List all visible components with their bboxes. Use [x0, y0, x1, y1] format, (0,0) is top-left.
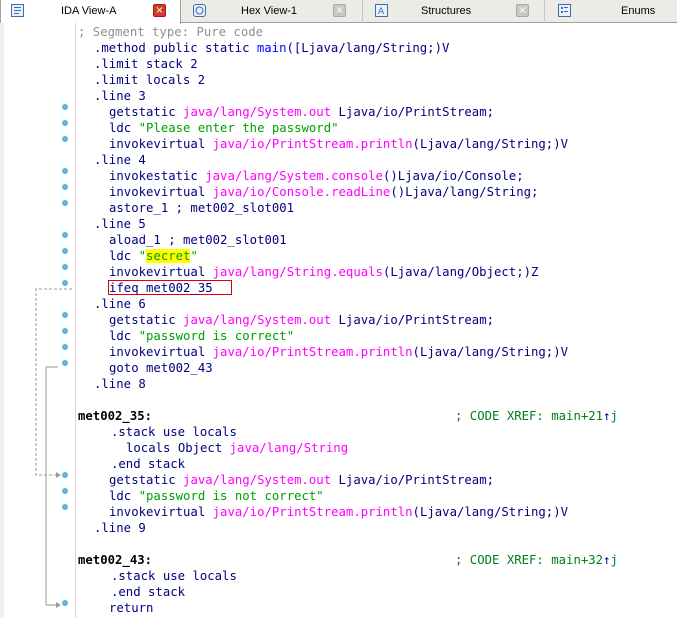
code-line[interactable]: .line 3 [94, 88, 146, 104]
label-met002-35[interactable]: met002_35: [78, 408, 152, 424]
code-line[interactable]: .end stack [111, 584, 185, 600]
code-line[interactable]: invokevirtual java/io/PrintStream.printl… [109, 504, 568, 520]
code-line[interactable]: .limit locals 2 [94, 72, 205, 88]
tab-bar: IDA View-A × Hex View-1 × A Structures ×… [0, 0, 677, 24]
breakpoint-dot[interactable] [62, 600, 68, 606]
tab-hex-view-1[interactable]: Hex View-1 × [181, 0, 363, 23]
code-line[interactable]: .line 4 [94, 152, 146, 168]
close-icon[interactable]: × [153, 4, 166, 17]
code-line[interactable]: invokevirtual java/io/Console.readLine()… [109, 184, 538, 200]
breakpoint-dot[interactable] [62, 264, 68, 270]
code-line[interactable]: ldc "password is correct" [109, 328, 294, 344]
tab-enums[interactable]: Enums [545, 0, 677, 23]
breakpoint-dot[interactable] [62, 488, 68, 494]
hex-view-icon [193, 4, 206, 17]
code-line[interactable]: .limit stack 2 [94, 56, 198, 72]
code-line[interactable]: invokevirtual java/lang/String.equals(Lj… [109, 264, 538, 280]
breakpoint-dot[interactable] [62, 312, 68, 318]
label-met002-43[interactable]: met002_43: [78, 552, 152, 568]
code-line[interactable]: getstatic java/lang/System.out Ljava/io/… [109, 472, 494, 488]
xref-comment[interactable]: ; CODE XREF: main+32↑j [455, 552, 618, 568]
code-line[interactable]: return [109, 600, 153, 616]
tab-label: Enums [621, 5, 656, 17]
breakpoint-dot[interactable] [62, 184, 68, 190]
close-icon[interactable]: × [333, 4, 346, 17]
code-line[interactable]: invokevirtual java/io/PrintStream.printl… [109, 344, 568, 360]
code-line[interactable]: aload_1 ; met002_slot001 [109, 232, 287, 248]
code-line[interactable]: .line 8 [94, 376, 146, 392]
breakpoint-dot[interactable] [62, 168, 68, 174]
tab-ida-view-a[interactable]: IDA View-A × [0, 0, 181, 24]
code-line-selected[interactable]: ifeq met002_35 [109, 280, 213, 296]
breakpoint-dot[interactable] [62, 472, 68, 478]
breakpoint-dot[interactable] [62, 504, 68, 510]
ida-view-icon [11, 4, 24, 17]
code-line[interactable]: .line 9 [94, 520, 146, 536]
close-icon[interactable]: × [516, 4, 529, 17]
tab-label: Hex View-1 [241, 5, 298, 17]
tab-label: Structures [421, 5, 472, 17]
breakpoint-dot[interactable] [62, 328, 68, 334]
code-line[interactable]: getstatic java/lang/System.out Ljava/io/… [109, 312, 494, 328]
code-line[interactable]: .end stack [111, 456, 185, 472]
tab-structures[interactable]: A Structures × [363, 0, 545, 23]
breakpoint-dot[interactable] [62, 120, 68, 126]
code-line[interactable]: invokevirtual java/io/PrintStream.printl… [109, 136, 568, 152]
search-highlight: secret [146, 249, 191, 263]
code-line[interactable]: .stack use locals [111, 424, 237, 440]
code-line[interactable]: astore_1 ; met002_slot001 [109, 200, 294, 216]
flow-arrows [35, 288, 72, 608]
code-line[interactable]: locals Object java/lang/String [126, 440, 348, 456]
code-line[interactable]: goto met002_43 [109, 360, 213, 376]
code-line[interactable]: .line 5 [94, 216, 146, 232]
code-line[interactable]: .method public static main([Ljava/lang/S… [94, 40, 449, 56]
svg-text:A: A [378, 7, 385, 16]
enums-icon [558, 4, 571, 17]
code-line[interactable]: getstatic java/lang/System.out Ljava/io/… [109, 104, 494, 120]
breakpoint-dot[interactable] [62, 280, 68, 286]
code-line[interactable]: ldc "password is not correct" [109, 488, 324, 504]
code-line[interactable]: invokestatic java/lang/System.console()L… [109, 168, 524, 184]
structures-icon: A [375, 4, 388, 17]
breakpoint-dot[interactable] [62, 344, 68, 350]
breakpoint-dot[interactable] [62, 200, 68, 206]
breakpoint-dot[interactable] [62, 104, 68, 110]
code-line[interactable]: .stack use locals [111, 568, 237, 584]
tab-label: IDA View-A [61, 5, 117, 17]
breakpoint-dot[interactable] [62, 248, 68, 254]
disassembly-view[interactable]: ; Segment type: Pure code .method public… [78, 23, 677, 618]
code-line[interactable]: .line 6 [94, 296, 146, 312]
breakpoint-dot[interactable] [62, 232, 68, 238]
segment-comment: ; Segment type: Pure code [78, 25, 264, 39]
code-line[interactable]: ldc "secret" [109, 248, 198, 264]
xref-comment[interactable]: ; CODE XREF: main+21↑j [455, 408, 618, 424]
code-line[interactable]: ldc "Please enter the password" [109, 120, 339, 136]
breakpoint-dot[interactable] [62, 136, 68, 142]
breakpoint-dot[interactable] [62, 360, 68, 366]
